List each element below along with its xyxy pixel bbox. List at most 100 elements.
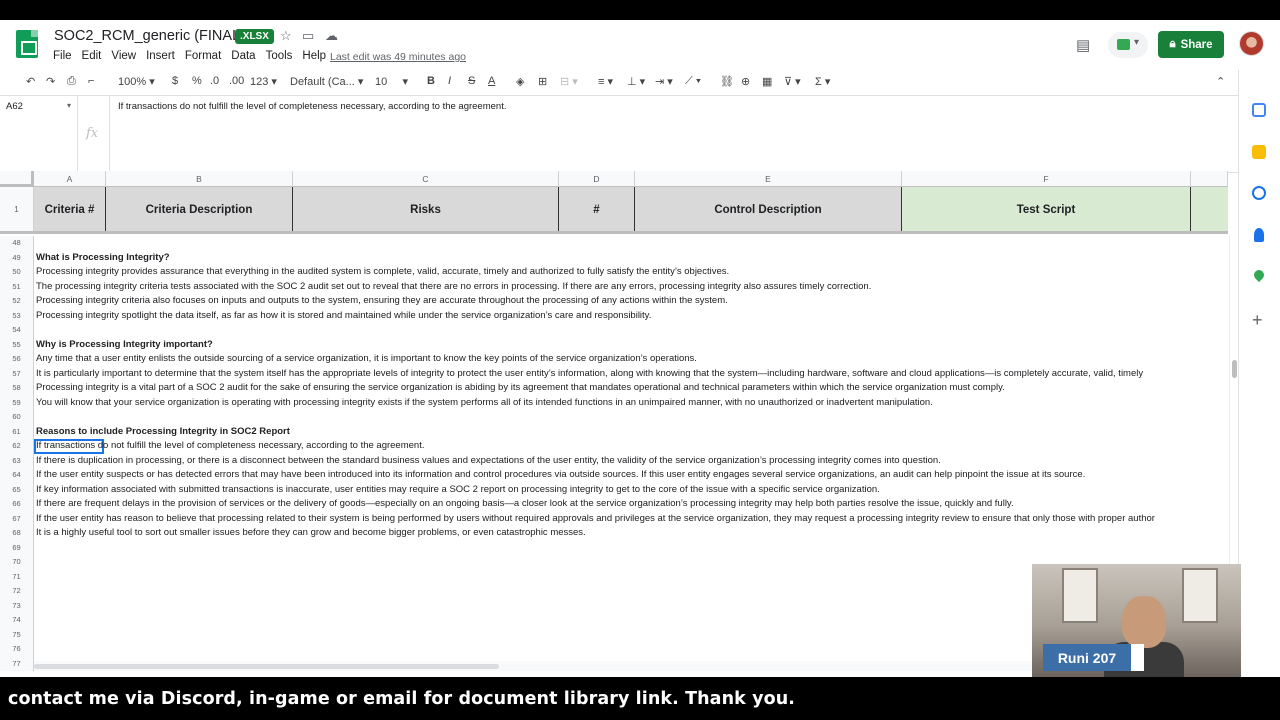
- text-rotation-icon[interactable]: ⟋ ▾: [685, 75, 701, 88]
- row-header[interactable]: 73: [0, 598, 34, 613]
- cell-a66[interactable]: If there are frequent delays in the prov…: [36, 497, 1014, 512]
- header-cell-test-script[interactable]: Test Script: [902, 187, 1191, 232]
- functions-button[interactable]: Σ ▾: [815, 75, 830, 88]
- cell-a56[interactable]: Any time that a user entity enlists the …: [36, 352, 697, 367]
- vertical-align-icon[interactable]: ⊥ ▾: [627, 75, 645, 88]
- font-size-select[interactable]: 10 ▾: [375, 75, 408, 88]
- cell-a55[interactable]: Why is Processing Integrity important?: [36, 338, 213, 353]
- row-header[interactable]: 70: [0, 555, 34, 570]
- column-header-g[interactable]: [1191, 171, 1228, 187]
- bold-button[interactable]: B: [427, 75, 435, 87]
- cell-a58[interactable]: Processing integrity is a vital part of …: [36, 381, 1005, 396]
- row-header[interactable]: 50: [0, 265, 34, 280]
- row-header[interactable]: 56: [0, 352, 34, 367]
- row-header[interactable]: 48: [0, 236, 34, 251]
- cell-a68[interactable]: It is a highly useful tool to sort out s…: [36, 526, 586, 541]
- row-header[interactable]: 63: [0, 453, 34, 468]
- column-header-c[interactable]: C: [293, 171, 559, 187]
- header-cell-g[interactable]: [1191, 187, 1228, 232]
- row-header[interactable]: 75: [0, 627, 34, 642]
- increase-decimal[interactable]: .00: [229, 75, 244, 87]
- italic-button[interactable]: I: [448, 75, 451, 87]
- cell-a63[interactable]: If there is duplication in processing, o…: [36, 454, 941, 469]
- column-header-b[interactable]: B: [106, 171, 293, 187]
- maps-icon[interactable]: [1251, 267, 1267, 283]
- calendar-icon[interactable]: [1252, 103, 1266, 117]
- cell-a64[interactable]: If the user entity suspects or has detec…: [36, 468, 1085, 483]
- menu-data[interactable]: Data: [231, 50, 255, 62]
- redo-icon[interactable]: ↷: [46, 75, 55, 88]
- cell-a62[interactable]: If transactions do not fulfill the level…: [36, 439, 424, 454]
- more-formats[interactable]: 123 ▾: [250, 75, 277, 88]
- merge-cells-icon[interactable]: ⊟ ▾: [560, 75, 578, 88]
- insert-comment-icon[interactable]: ⊕: [741, 75, 750, 88]
- star-icon[interactable]: ☆: [280, 28, 292, 44]
- document-title[interactable]: SOC2_RCM_generic (FINAL): [54, 28, 245, 44]
- contacts-icon[interactable]: [1254, 228, 1264, 242]
- row-header[interactable]: 52: [0, 294, 34, 309]
- account-avatar[interactable]: [1239, 31, 1264, 56]
- row-header[interactable]: 49: [0, 250, 34, 265]
- share-button[interactable]: 🔒︎ Share: [1158, 31, 1224, 58]
- row-header[interactable]: 61: [0, 424, 34, 439]
- row-header[interactable]: 58: [0, 381, 34, 396]
- percent-format[interactable]: %: [192, 75, 202, 87]
- meet-button[interactable]: [1108, 32, 1148, 58]
- menu-tools[interactable]: Tools: [266, 50, 293, 62]
- row-header[interactable]: 69: [0, 540, 34, 555]
- header-cell-control-description[interactable]: Control Description: [635, 187, 902, 232]
- row-header[interactable]: 55: [0, 337, 34, 352]
- row-header[interactable]: 65: [0, 482, 34, 497]
- collapse-toolbar-icon[interactable]: ⌃: [1216, 75, 1225, 88]
- row-header[interactable]: 77: [0, 656, 34, 671]
- cell-a51[interactable]: The processing integrity criteria tests …: [36, 280, 871, 295]
- formula-input[interactable]: If transactions do not fulfill the level…: [118, 101, 506, 112]
- select-all-corner[interactable]: [0, 171, 34, 187]
- paint-format-icon[interactable]: ⌐: [88, 75, 94, 87]
- row-header[interactable]: 53: [0, 308, 34, 323]
- move-folder-icon[interactable]: ▭: [302, 28, 314, 44]
- filter-icon[interactable]: ⊽ ▾: [784, 75, 801, 88]
- decrease-decimal[interactable]: .0: [210, 75, 219, 87]
- header-cell-risks[interactable]: Risks: [293, 187, 559, 232]
- column-header-f[interactable]: F: [902, 171, 1191, 187]
- undo-icon[interactable]: ↶: [26, 75, 35, 88]
- row-header-1[interactable]: 1: [0, 187, 34, 232]
- text-wrap-icon[interactable]: ⇥ ▾: [655, 75, 673, 88]
- menu-help[interactable]: Help: [302, 50, 326, 62]
- horizontal-align-icon[interactable]: ≡ ▾: [598, 75, 613, 88]
- currency-format[interactable]: $: [172, 75, 178, 87]
- menu-insert[interactable]: Insert: [146, 50, 175, 62]
- column-header-d[interactable]: D: [559, 171, 635, 187]
- keep-icon[interactable]: [1252, 145, 1266, 159]
- cell-a50[interactable]: Processing integrity provides assurance …: [36, 265, 729, 280]
- name-box[interactable]: A62: [0, 96, 78, 172]
- last-edit-link[interactable]: Last edit was 49 minutes ago: [330, 51, 466, 63]
- cell-a49[interactable]: What is Processing Integrity?: [36, 251, 170, 266]
- header-cell-number[interactable]: #: [559, 187, 635, 232]
- comment-history-icon[interactable]: ▤: [1076, 36, 1090, 54]
- cell-a65[interactable]: If key information associated with submi…: [36, 483, 880, 498]
- strikethrough-button[interactable]: S: [468, 75, 475, 87]
- row-header[interactable]: 57: [0, 366, 34, 381]
- row-header[interactable]: 76: [0, 642, 34, 657]
- insert-chart-icon[interactable]: ▦: [762, 75, 772, 88]
- borders-icon[interactable]: ⊞: [538, 75, 547, 88]
- row-header[interactable]: 51: [0, 279, 34, 294]
- row-header[interactable]: 71: [0, 569, 34, 584]
- cell-a59[interactable]: You will know that your service organiza…: [36, 396, 933, 411]
- font-select[interactable]: Default (Ca... ▾: [290, 75, 363, 88]
- print-icon[interactable]: ⎙: [67, 75, 76, 88]
- text-color-button[interactable]: A: [488, 75, 495, 87]
- tasks-icon[interactable]: [1252, 186, 1266, 200]
- row-header[interactable]: 54: [0, 323, 34, 338]
- row-header[interactable]: 68: [0, 526, 34, 541]
- menu-view[interactable]: View: [111, 50, 136, 62]
- header-cell-criteria-description[interactable]: Criteria Description: [106, 187, 293, 232]
- row-header[interactable]: 64: [0, 468, 34, 483]
- row-header[interactable]: 72: [0, 584, 34, 599]
- freeze-divider[interactable]: [0, 231, 1228, 234]
- column-header-a[interactable]: A: [34, 171, 106, 187]
- cloud-status-icon[interactable]: ☁: [325, 28, 338, 44]
- cell-a53[interactable]: Processing integrity spotlight the data …: [36, 309, 651, 324]
